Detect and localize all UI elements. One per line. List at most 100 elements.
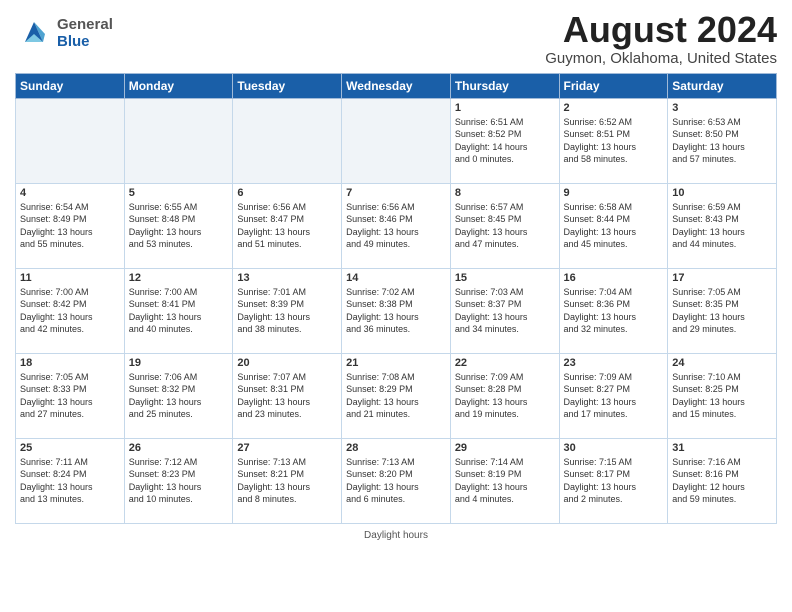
cell-info: Sunrise: 7:15 AMSunset: 8:17 PMDaylight:… [564,456,664,506]
day-number: 8 [455,187,555,199]
logo: General Blue [15,14,113,52]
calendar-cell: 12 Sunrise: 7:00 AMSunset: 8:41 PMDayligh… [124,268,233,353]
calendar-day-header: Thursday [450,73,559,98]
day-number: 16 [564,272,664,284]
day-number: 27 [237,442,337,454]
cell-info: Sunrise: 7:10 AMSunset: 8:25 PMDaylight:… [672,371,772,421]
cell-info: Sunrise: 7:16 AMSunset: 8:16 PMDaylight:… [672,456,772,506]
calendar-cell: 31Sunrise: 7:16 AMSunset: 8:16 PMDayligh… [668,438,777,523]
calendar-week-row: 1 Sunrise: 6:51 AMSunset: 8:52 PMDaylight… [16,98,777,183]
cell-info: Sunrise: 7:07 AMSunset: 8:31 PMDaylight:… [237,371,337,421]
day-number: 10 [672,187,772,199]
cell-info: Sunrise: 6:51 AMSunset: 8:52 PMDaylight:… [455,116,555,166]
day-number: 2 [564,102,664,114]
day-number: 14 [346,272,446,284]
day-number: 15 [455,272,555,284]
cell-info: Sunrise: 7:08 AMSunset: 8:29 PMDaylight:… [346,371,446,421]
calendar-cell: 2 Sunrise: 6:52 AMSunset: 8:51 PMDaylight… [559,98,668,183]
day-number: 18 [20,357,120,369]
calendar-cell: 1 Sunrise: 6:51 AMSunset: 8:52 PMDaylight… [450,98,559,183]
cell-info: Sunrise: 7:02 AMSunset: 8:38 PMDaylight:… [346,286,446,336]
calendar-day-header: Saturday [668,73,777,98]
day-number: 11 [20,272,120,284]
cell-info: Sunrise: 6:57 AMSunset: 8:45 PMDaylight:… [455,201,555,251]
day-number: 30 [564,442,664,454]
calendar-cell: 15 Sunrise: 7:03 AMSunset: 8:37 PMDayligh… [450,268,559,353]
calendar-cell: 29Sunrise: 7:14 AMSunset: 8:19 PMDayligh… [450,438,559,523]
cell-info: Sunrise: 7:14 AMSunset: 8:19 PMDaylight:… [455,456,555,506]
day-number: 5 [129,187,229,199]
day-number: 23 [564,357,664,369]
cell-info: Sunrise: 6:58 AMSunset: 8:44 PMDaylight:… [564,201,664,251]
logo-icon [15,14,53,52]
day-number: 6 [237,187,337,199]
cell-info: Sunrise: 7:06 AMSunset: 8:32 PMDaylight:… [129,371,229,421]
calendar: SundayMondayTuesdayWednesdayThursdayFrid… [15,73,777,524]
day-number: 9 [564,187,664,199]
cell-info: Sunrise: 7:04 AMSunset: 8:36 PMDaylight:… [564,286,664,336]
calendar-cell: 18 Sunrise: 7:05 AMSunset: 8:33 PMDayligh… [16,353,125,438]
day-number: 4 [20,187,120,199]
location-title: Guymon, Oklahoma, United States [545,50,777,67]
day-number: 24 [672,357,772,369]
cell-info: Sunrise: 7:03 AMSunset: 8:37 PMDaylight:… [455,286,555,336]
calendar-cell: 13 Sunrise: 7:01 AMSunset: 8:39 PMDayligh… [233,268,342,353]
calendar-cell: 17Sunrise: 7:05 AMSunset: 8:35 PMDayligh… [668,268,777,353]
calendar-cell: 26Sunrise: 7:12 AMSunset: 8:23 PMDayligh… [124,438,233,523]
calendar-cell [342,98,451,183]
cell-info: Sunrise: 7:01 AMSunset: 8:39 PMDaylight:… [237,286,337,336]
day-number: 12 [129,272,229,284]
calendar-cell [233,98,342,183]
calendar-week-row: 11 Sunrise: 7:00 AMSunset: 8:42 PMDayligh… [16,268,777,353]
calendar-week-row: 18 Sunrise: 7:05 AMSunset: 8:33 PMDayligh… [16,353,777,438]
logo-blue: Blue [57,33,90,50]
day-number: 3 [672,102,772,114]
day-number: 21 [346,357,446,369]
calendar-cell: 19 Sunrise: 7:06 AMSunset: 8:32 PMDayligh… [124,353,233,438]
header: General Blue August 2024 Guymon, Oklahom… [15,10,777,67]
calendar-cell: 14 Sunrise: 7:02 AMSunset: 8:38 PMDayligh… [342,268,451,353]
page: General Blue August 2024 Guymon, Oklahom… [0,0,792,612]
calendar-cell: 24 Sunrise: 7:10 AMSunset: 8:25 PMDayligh… [668,353,777,438]
cell-info: Sunrise: 7:00 AMSunset: 8:42 PMDaylight:… [20,286,120,336]
calendar-cell: 4 Sunrise: 6:54 AMSunset: 8:49 PMDaylight… [16,183,125,268]
cell-info: Sunrise: 6:54 AMSunset: 8:49 PMDaylight:… [20,201,120,251]
day-number: 1 [455,102,555,114]
calendar-week-row: 4 Sunrise: 6:54 AMSunset: 8:49 PMDaylight… [16,183,777,268]
calendar-week-row: 25Sunrise: 7:11 AMSunset: 8:24 PMDayligh… [16,438,777,523]
calendar-day-header: Sunday [16,73,125,98]
day-number: 19 [129,357,229,369]
calendar-cell: 8 Sunrise: 6:57 AMSunset: 8:45 PMDaylight… [450,183,559,268]
cell-info: Sunrise: 6:56 AMSunset: 8:46 PMDaylight:… [346,201,446,251]
calendar-cell: 9 Sunrise: 6:58 AMSunset: 8:44 PMDaylight… [559,183,668,268]
cell-info: Sunrise: 6:56 AMSunset: 8:47 PMDaylight:… [237,201,337,251]
calendar-cell [124,98,233,183]
logo-general: General [57,16,113,33]
day-number: 26 [129,442,229,454]
calendar-cell: 22Sunrise: 7:09 AMSunset: 8:28 PMDayligh… [450,353,559,438]
cell-info: Sunrise: 7:05 AMSunset: 8:33 PMDaylight:… [20,371,120,421]
calendar-day-header: Monday [124,73,233,98]
calendar-cell: 20Sunrise: 7:07 AMSunset: 8:31 PMDayligh… [233,353,342,438]
calendar-cell: 6 Sunrise: 6:56 AMSunset: 8:47 PMDaylight… [233,183,342,268]
calendar-cell: 28 Sunrise: 7:13 AMSunset: 8:20 PMDayligh… [342,438,451,523]
title-block: August 2024 Guymon, Oklahoma, United Sta… [545,10,777,67]
calendar-header-row: SundayMondayTuesdayWednesdayThursdayFrid… [16,73,777,98]
calendar-cell: 21 Sunrise: 7:08 AMSunset: 8:29 PMDayligh… [342,353,451,438]
calendar-cell: 10 Sunrise: 6:59 AMSunset: 8:43 PMDayligh… [668,183,777,268]
calendar-day-header: Wednesday [342,73,451,98]
day-number: 28 [346,442,446,454]
logo-text: General Blue [57,16,113,51]
cell-info: Sunrise: 7:00 AMSunset: 8:41 PMDaylight:… [129,286,229,336]
cell-info: Sunrise: 6:52 AMSunset: 8:51 PMDaylight:… [564,116,664,166]
cell-info: Sunrise: 6:55 AMSunset: 8:48 PMDaylight:… [129,201,229,251]
day-number: 7 [346,187,446,199]
calendar-day-header: Tuesday [233,73,342,98]
day-number: 13 [237,272,337,284]
cell-info: Sunrise: 6:59 AMSunset: 8:43 PMDaylight:… [672,201,772,251]
calendar-cell: 3 Sunrise: 6:53 AMSunset: 8:50 PMDaylight… [668,98,777,183]
cell-info: Sunrise: 7:09 AMSunset: 8:27 PMDaylight:… [564,371,664,421]
cell-info: Sunrise: 7:13 AMSunset: 8:20 PMDaylight:… [346,456,446,506]
cell-info: Sunrise: 6:53 AMSunset: 8:50 PMDaylight:… [672,116,772,166]
calendar-cell [16,98,125,183]
